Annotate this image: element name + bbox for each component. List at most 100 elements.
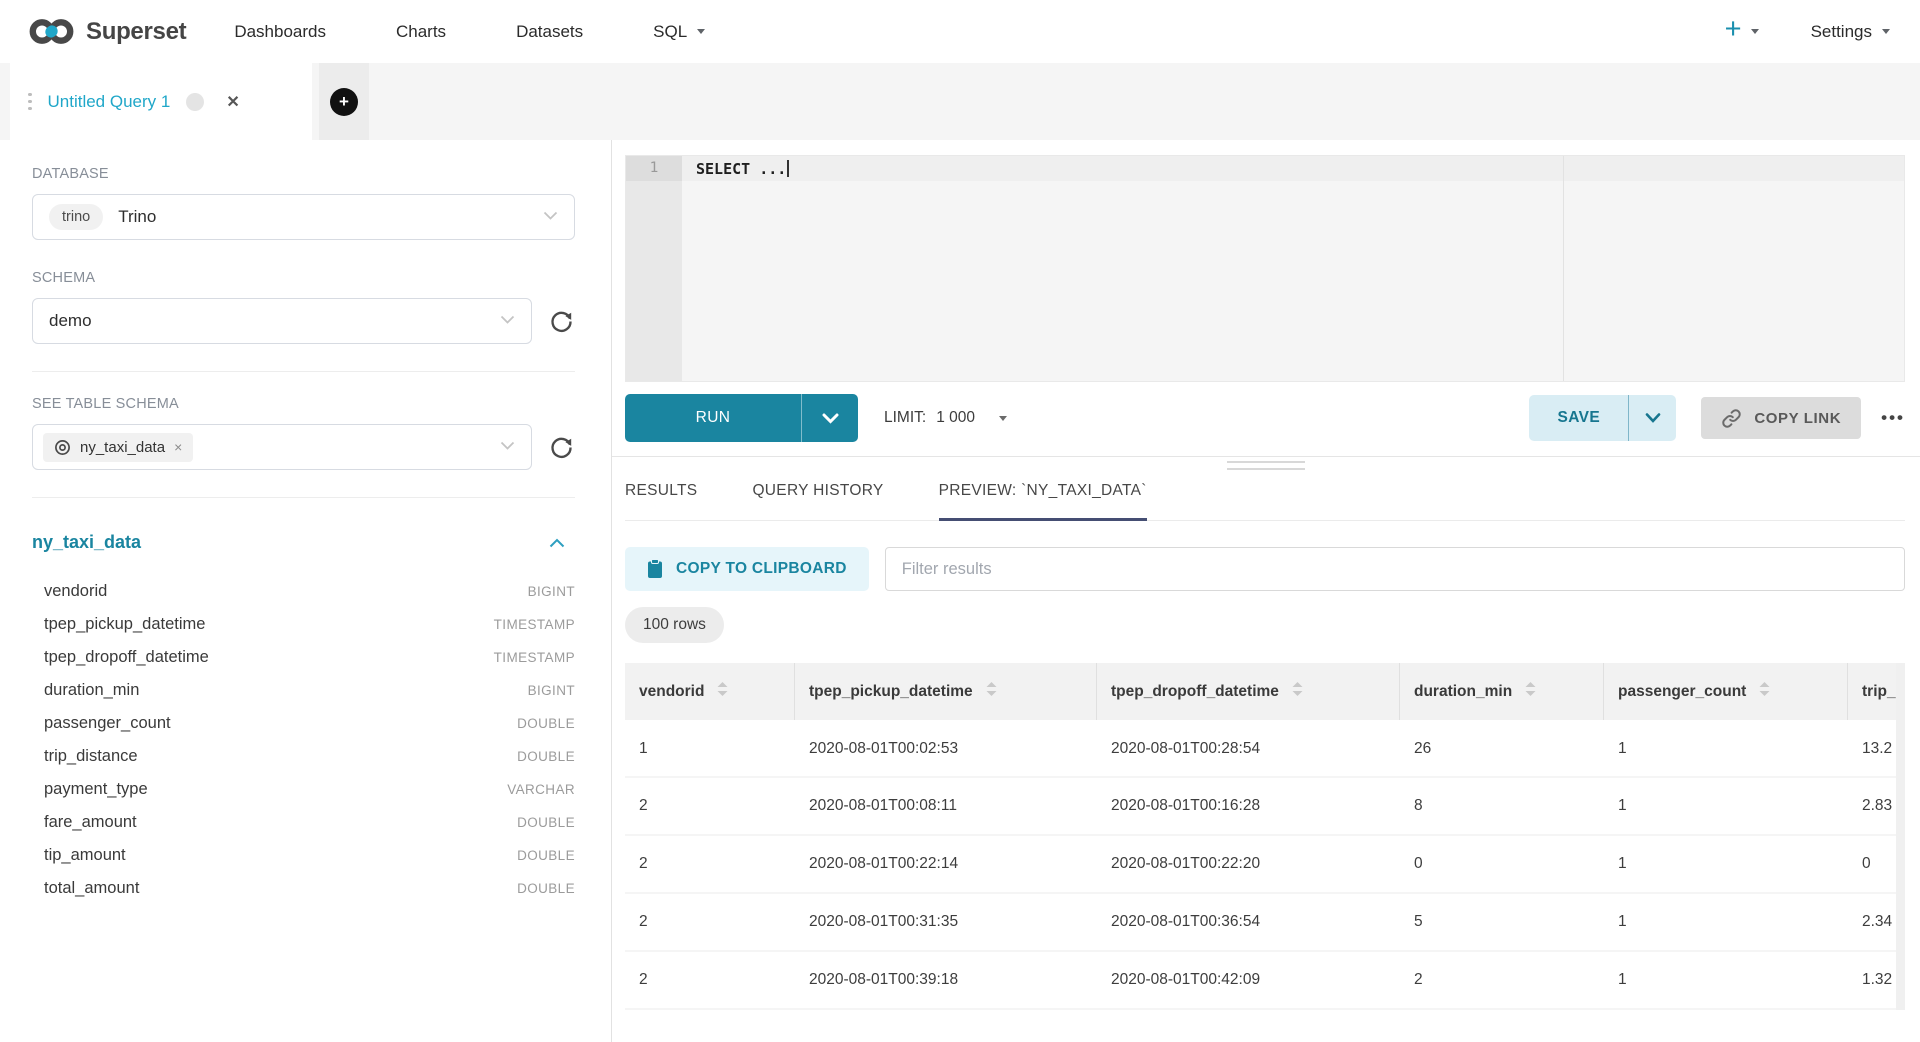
table-row[interactable]: 2 2020-08-01T00:08:11 2020-08-01T00:16:2… <box>625 778 1905 836</box>
tab-untitled-query[interactable]: Untitled Query 1 ✕ <box>10 63 312 140</box>
run-button[interactable]: RUN <box>625 394 858 442</box>
brand-name: Superset <box>86 18 186 46</box>
drag-handle-icon[interactable] <box>28 93 32 111</box>
selected-table-tag: ny_taxi_data × <box>43 433 193 462</box>
caret-down-icon <box>1882 29 1890 34</box>
refresh-tables-icon[interactable] <box>548 434 575 461</box>
table-title-row[interactable]: ny_taxi_data <box>32 532 575 553</box>
editor-active-line: SELECT ... <box>682 156 1904 181</box>
column-item: duration_min BIGINT <box>32 674 575 707</box>
column-item: passenger_count DOUBLE <box>32 707 575 740</box>
sidebar-divider <box>32 497 575 498</box>
table-row[interactable]: 1 2020-08-01T00:02:53 2020-08-01T00:28:5… <box>625 720 1905 778</box>
chevron-up-icon[interactable] <box>549 538 565 548</box>
column-header-passenger-count[interactable]: passenger_count <box>1604 663 1848 720</box>
refresh-schemas-icon[interactable] <box>548 308 575 335</box>
text-cursor <box>787 160 789 177</box>
navbar-right: + Settings <box>1725 19 1890 44</box>
table-columns-list: vendorid BIGINT tpep_pickup_datetime TIM… <box>32 575 575 905</box>
column-header-duration[interactable]: duration_min <box>1400 663 1604 720</box>
tab-results[interactable]: RESULTS <box>625 482 697 520</box>
run-options-button[interactable] <box>801 394 858 442</box>
column-item: fare_amount DOUBLE <box>32 806 575 839</box>
database-label: DATABASE <box>32 166 575 182</box>
column-header-dropoff[interactable]: tpep_dropoff_datetime <box>1097 663 1400 720</box>
database-select[interactable]: trino Trino <box>32 194 575 240</box>
chevron-down-icon <box>543 208 558 226</box>
table-row[interactable]: 2 2020-08-01T00:31:35 2020-08-01T00:36:5… <box>625 894 1905 952</box>
sql-editor[interactable]: 1 SELECT ... <box>625 155 1905 382</box>
south-pane-tabs: RESULTS QUERY HISTORY PREVIEW: `NY_TAXI_… <box>625 482 1905 521</box>
pane-drag-handle-icon[interactable] <box>1227 461 1305 475</box>
top-navbar: Superset Dashboards Charts Datasets SQL … <box>0 0 1920 63</box>
tab-preview-ny-taxi-data[interactable]: PREVIEW: `NY_TAXI_DATA` <box>939 482 1147 521</box>
table-title: ny_taxi_data <box>32 532 141 553</box>
sort-icon[interactable] <box>1759 681 1770 702</box>
sql-keyword: SELECT <box>696 160 750 178</box>
limit-dropdown[interactable]: LIMIT: 1 000 <box>884 409 1007 427</box>
nav-datasets[interactable]: Datasets <box>516 22 583 42</box>
add-tab-button[interactable]: + <box>330 88 358 116</box>
schema-value: demo <box>49 311 92 331</box>
filter-results-input[interactable] <box>885 547 1905 591</box>
more-actions-button[interactable]: ••• <box>1881 408 1905 428</box>
chevron-down-icon <box>500 438 515 456</box>
column-item: vendorid BIGINT <box>32 575 575 608</box>
table-select[interactable]: ny_taxi_data × <box>32 424 532 470</box>
row-count-badge: 100 rows <box>625 607 724 643</box>
nav-sql-dropdown[interactable]: SQL <box>653 22 705 42</box>
save-button[interactable]: SAVE <box>1529 395 1676 441</box>
column-header-vendorid[interactable]: vendorid <box>625 663 795 720</box>
table-row[interactable]: 2 2020-08-01T00:22:14 2020-08-01T00:22:2… <box>625 836 1905 894</box>
table-tag-name: ny_taxi_data <box>80 439 165 456</box>
sort-icon[interactable] <box>717 681 728 702</box>
link-icon <box>1721 408 1742 429</box>
sort-icon[interactable] <box>1525 681 1536 702</box>
copy-to-clipboard-button[interactable]: COPY TO CLIPBOARD <box>625 547 869 591</box>
line-number: 1 <box>626 156 682 181</box>
editor-toolbar: RUN LIMIT: 1 000 SAVE <box>612 382 1920 442</box>
nav-dashboards[interactable]: Dashboards <box>234 22 326 42</box>
copy-link-button[interactable]: COPY LINK <box>1701 397 1861 439</box>
eye-icon <box>54 439 71 456</box>
caret-down-icon <box>697 29 705 34</box>
column-item: total_amount DOUBLE <box>32 872 575 905</box>
save-options-button[interactable] <box>1628 395 1676 441</box>
tab-title: Untitled Query 1 <box>48 92 171 112</box>
settings-dropdown[interactable]: Settings <box>1811 22 1890 42</box>
sort-icon[interactable] <box>986 681 997 702</box>
preview-pane: COPY TO CLIPBOARD 100 rows vendorid tpep… <box>612 521 1920 1010</box>
remove-table-icon[interactable]: × <box>174 439 182 455</box>
column-item: trip_distance DOUBLE <box>32 740 575 773</box>
chevron-down-icon <box>500 312 515 330</box>
sqllab-layout: DATABASE trino Trino SCHEMA demo <box>0 140 1920 1042</box>
table-schema-label: SEE TABLE SCHEMA <box>32 396 575 412</box>
close-tab-icon[interactable]: ✕ <box>226 92 239 112</box>
tab-query-history[interactable]: QUERY HISTORY <box>752 482 883 520</box>
schema-select[interactable]: demo <box>32 298 532 344</box>
table-body: 1 2020-08-01T00:02:53 2020-08-01T00:28:5… <box>625 720 1905 1010</box>
caret-down-icon <box>999 416 1007 421</box>
plus-icon: + <box>1725 15 1742 44</box>
sqllab-main: 1 SELECT ... RUN LIMIT: 1 000 <box>612 140 1920 1042</box>
sqllab-sidebar: DATABASE trino Trino SCHEMA demo <box>0 140 612 1042</box>
table-scrollbar[interactable] <box>1896 663 1905 1010</box>
table-header-row: vendorid tpep_pickup_datetime tpep_dropo… <box>625 663 1905 720</box>
column-header-pickup[interactable]: tpep_pickup_datetime <box>795 663 1097 720</box>
superset-infinity-icon <box>28 16 75 47</box>
superset-logo[interactable]: Superset <box>28 16 186 47</box>
clipboard-icon <box>647 559 663 579</box>
table-row[interactable]: 2 2020-08-01T00:39:18 2020-08-01T00:42:0… <box>625 952 1905 1010</box>
query-tabbar: Untitled Query 1 ✕ + <box>0 63 1920 140</box>
editor-gutter: 1 <box>626 156 682 381</box>
print-margin-line <box>1563 156 1564 381</box>
editor-code-area[interactable]: SELECT ... <box>682 156 1904 381</box>
new-item-dropdown[interactable]: + <box>1725 19 1759 44</box>
column-item: tpep_pickup_datetime TIMESTAMP <box>32 608 575 641</box>
query-status-dot <box>186 93 204 111</box>
sort-icon[interactable] <box>1292 681 1303 702</box>
nav-charts[interactable]: Charts <box>396 22 446 42</box>
pane-divider <box>612 456 1920 472</box>
column-item: payment_type VARCHAR <box>32 773 575 806</box>
database-type-badge: trino <box>49 204 103 230</box>
